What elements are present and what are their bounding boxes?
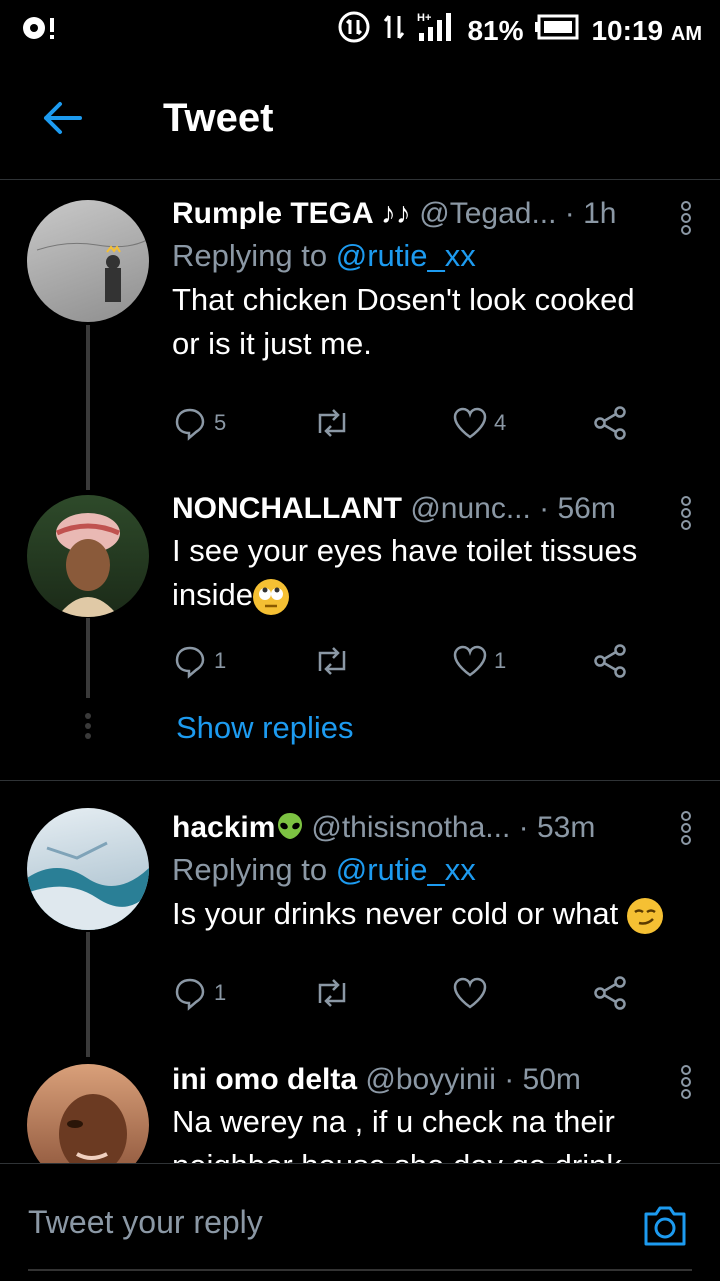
display-name[interactable]: Rumple TEGA ♪♪ [172,197,411,230]
thread-dots [84,712,92,749]
share-icon [594,976,626,1010]
heart-icon [453,407,487,439]
top-app-bar: Tweet [0,58,720,180]
retweet-icon [318,979,346,1007]
avatar[interactable] [27,495,149,617]
back-arrow-icon[interactable] [40,96,84,140]
retweet-button[interactable] [312,975,452,1011]
like-button[interactable]: 4 [452,405,592,441]
avatar[interactable] [27,808,149,930]
reply-icon [175,978,205,1011]
user-handle[interactable]: @Tegad... [419,197,556,230]
data-saver-icon [337,10,371,51]
more-options-icon[interactable] [680,810,692,846]
divider [0,780,720,781]
status-bar: H+ 81% 10:19 AM [0,0,720,58]
share-button[interactable] [592,975,632,1011]
tweet-header: hackim @thisisnotha... · 53m [172,808,700,848]
thread-line [86,618,90,698]
data-transfer-icon [383,12,405,49]
reply-button[interactable]: 1 [172,975,312,1011]
tweet-text: I see your eyes have toilet tissues insid… [172,529,700,617]
clock: 10:19 AM [591,14,702,46]
user-handle[interactable]: @thisisnotha... [311,811,510,844]
thread-line [86,932,90,1057]
reply-handle-link[interactable]: @rutie_xx [336,852,476,887]
display-name[interactable]: ini omo delta [172,1063,357,1096]
replying-to: Replying to @rutie_xx [172,852,476,887]
notification-icon [20,12,60,51]
share-button[interactable] [592,405,632,441]
user-handle[interactable]: @nunc... [410,492,531,525]
reply-button[interactable]: 1 [172,643,312,679]
retweet-icon [318,647,346,675]
timestamp: · 50m [504,1063,581,1096]
share-icon [594,406,626,440]
display-name[interactable]: NONCHALLANT [172,492,402,525]
tweet-header: Rumple TEGA ♪♪ @Tegad... · 1h [172,194,700,234]
timestamp: · 53m [518,811,596,844]
retweet-button[interactable] [312,643,452,679]
more-options-icon[interactable] [680,495,692,531]
signal-icon: H+ [417,11,455,50]
camera-icon[interactable] [640,1202,690,1248]
replying-to: Replying to @rutie_xx [172,238,476,273]
reply-icon [175,646,205,679]
tweet-text: Is your drinks never cold or what [172,892,700,936]
retweet-button[interactable] [312,405,452,441]
page-title: Tweet [163,96,274,140]
svg-text:H+: H+ [417,12,431,24]
heart-icon [453,645,487,677]
battery-percent: 81% [467,14,524,46]
retweet-icon [318,409,346,437]
thread-line [86,325,90,490]
eye-roll-emoji-icon [253,578,289,615]
show-replies-link[interactable]: Show replies [176,710,353,746]
battery-icon [535,14,579,47]
reply-composer-bar: Tweet your reply [0,1163,720,1281]
display-name[interactable]: hackim [172,811,275,844]
user-handle[interactable]: @boyyinii [365,1063,496,1096]
heart-icon [453,977,487,1009]
like-button[interactable] [452,975,592,1011]
tweet-text: That chicken Dosen't look cooked or is it… [172,282,635,361]
reply-input[interactable]: Tweet your reply [28,1204,263,1241]
alien-emoji-icon [275,811,311,844]
share-button[interactable] [592,643,632,679]
reply-icon [175,408,205,441]
reply-button[interactable]: 5 [172,405,312,441]
tweet-header: NONCHALLANT @nunc... · 56m [172,489,700,529]
smirk-emoji-icon [626,897,663,934]
share-icon [594,644,626,678]
timestamp: · 56m [539,492,616,525]
avatar[interactable] [27,200,149,322]
like-button[interactable]: 1 [452,643,592,679]
reply-handle-link[interactable]: @rutie_xx [336,238,476,273]
timestamp: · 1h [564,197,617,230]
divider [28,1269,692,1271]
more-options-icon[interactable] [680,1064,692,1100]
tweet-header: ini omo delta @boyyinii · 50m [172,1060,700,1100]
more-options-icon[interactable] [680,200,692,236]
